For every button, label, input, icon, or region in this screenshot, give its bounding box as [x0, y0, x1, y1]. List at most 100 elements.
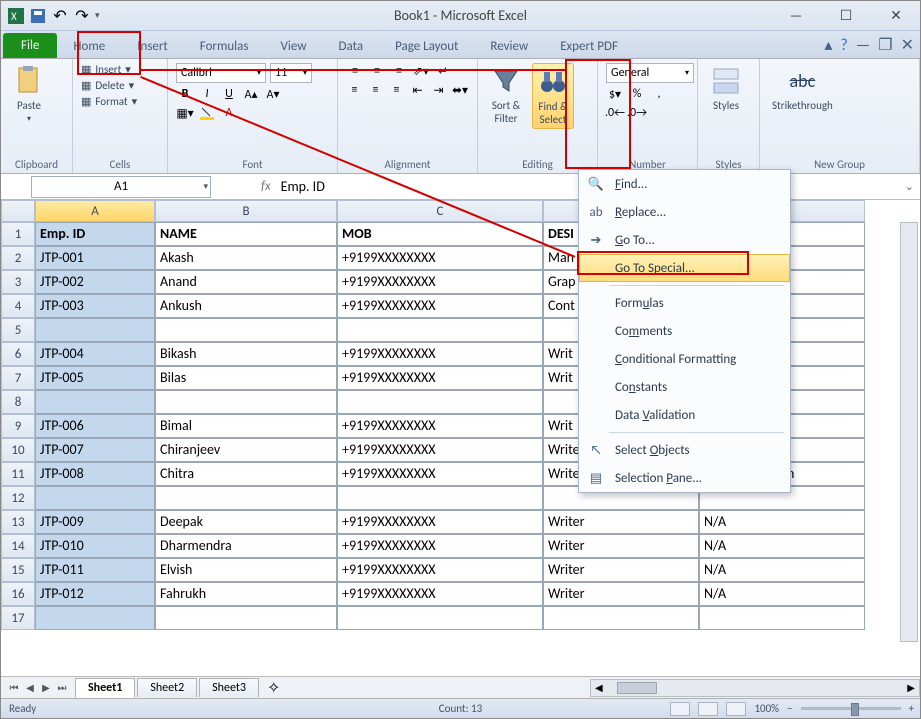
cell[interactable]: N/A — [699, 582, 865, 606]
page-break-view-button[interactable] — [726, 702, 746, 716]
row-header[interactable]: 6 — [1, 342, 35, 366]
row-header[interactable]: 2 — [1, 246, 35, 270]
cell[interactable]: MOB — [337, 222, 543, 246]
cell[interactable]: JTP-007 — [35, 438, 155, 462]
cell[interactable]: Ankush — [155, 294, 337, 318]
cell[interactable] — [155, 486, 337, 510]
cell[interactable]: +9199XXXXXXXX — [337, 342, 543, 366]
row-header[interactable]: 11 — [1, 462, 35, 486]
paste-button[interactable]: Paste ▾ — [9, 63, 49, 126]
row-header[interactable]: 16 — [1, 582, 35, 606]
first-sheet-icon[interactable]: ⏮ — [7, 681, 21, 694]
menu-data-validation[interactable]: Data Validation — [579, 401, 790, 429]
cell[interactable]: +9199XXXXXXXX — [337, 294, 543, 318]
menu-comments[interactable]: Comments — [579, 317, 790, 345]
grow-font-icon[interactable]: A▴ — [242, 86, 260, 102]
menu-goto[interactable]: ➔Go To... — [579, 226, 790, 254]
cell[interactable]: Writer — [543, 534, 699, 558]
tab-file[interactable]: File — [3, 33, 57, 58]
wrap-text-icon[interactable]: ↵ — [434, 63, 452, 79]
cell[interactable]: N/A — [699, 510, 865, 534]
accounting-format-icon[interactable]: $▾ — [606, 86, 624, 102]
formula-bar[interactable]: Emp. ID — [281, 178, 325, 195]
cell[interactable]: JTP-004 — [35, 342, 155, 366]
row-header[interactable]: 9 — [1, 414, 35, 438]
doc-minimize-icon[interactable]: — — [856, 36, 870, 55]
sheet-tab-1[interactable]: Sheet1 — [75, 678, 135, 698]
col-header-C[interactable]: C — [337, 200, 543, 222]
chevron-down-icon[interactable]: ▾ — [203, 181, 208, 192]
sort-filter-button[interactable]: Sort & Filter — [486, 63, 526, 127]
tab-formulas[interactable]: Formulas — [184, 34, 265, 58]
row-header[interactable]: 4 — [1, 294, 35, 318]
page-layout-view-button[interactable] — [698, 702, 718, 716]
menu-formulas[interactable]: Formulas — [579, 289, 790, 317]
align-center-icon[interactable]: ≡ — [367, 82, 384, 98]
cell[interactable]: +9199XXXXXXXX — [337, 414, 543, 438]
row-header[interactable]: 10 — [1, 438, 35, 462]
styles-button[interactable]: Styles — [706, 63, 746, 114]
underline-button[interactable]: U — [220, 86, 238, 102]
cell[interactable] — [337, 318, 543, 342]
tab-view[interactable]: View — [264, 34, 322, 58]
cell[interactable]: JTP-012 — [35, 582, 155, 606]
align-right-icon[interactable]: ≡ — [388, 82, 405, 98]
tab-expert-pdf[interactable]: Expert PDF — [544, 34, 634, 58]
save-icon[interactable] — [29, 7, 47, 25]
scroll-right-icon[interactable]: ▶ — [903, 681, 919, 694]
menu-select-objects[interactable]: ↖Select Objects — [579, 436, 790, 464]
zoom-slider[interactable] — [801, 707, 901, 710]
cell[interactable]: Bimal — [155, 414, 337, 438]
cell[interactable]: Bilas — [155, 366, 337, 390]
cell[interactable] — [337, 486, 543, 510]
maximize-button[interactable]: ☐ — [826, 4, 866, 28]
orientation-icon[interactable]: ⇗▾ — [412, 63, 430, 79]
cell[interactable] — [155, 390, 337, 414]
cell[interactable]: Fahrukh — [155, 582, 337, 606]
row-header[interactable]: 5 — [1, 318, 35, 342]
row-header[interactable]: 17 — [1, 606, 35, 630]
cell[interactable]: +9199XXXXXXXX — [337, 558, 543, 582]
zoom-level[interactable]: 100% — [754, 702, 779, 715]
comma-format-icon[interactable]: , — [650, 86, 668, 102]
find-select-button[interactable]: Find & Select — [532, 63, 574, 129]
minimize-button[interactable]: — — [776, 4, 816, 28]
cell[interactable]: Chitra — [155, 462, 337, 486]
col-header-A[interactable]: A — [35, 200, 155, 222]
shrink-font-icon[interactable]: A▾ — [264, 86, 282, 102]
qat-dropdown-icon[interactable]: ▾ — [95, 10, 100, 21]
cell[interactable]: +9199XXXXXXXX — [337, 366, 543, 390]
col-header-B[interactable]: B — [155, 200, 337, 222]
undo-icon[interactable]: ↶ — [51, 7, 69, 25]
delete-cells-button[interactable]: ▦Delete ▾ — [81, 79, 137, 92]
tab-page-layout[interactable]: Page Layout — [379, 34, 474, 58]
strikethrough-button[interactable]: abc Strikethrough — [768, 63, 837, 114]
decrease-indent-icon[interactable]: ⇤ — [409, 82, 426, 98]
cell[interactable]: Elvish — [155, 558, 337, 582]
name-box[interactable]: A1▾ — [31, 176, 211, 198]
cell[interactable]: Bikash — [155, 342, 337, 366]
minimize-ribbon-icon[interactable]: ▴ — [824, 35, 832, 55]
row-header[interactable]: 12 — [1, 486, 35, 510]
decrease-decimal-icon[interactable]: .0→ — [628, 105, 646, 121]
prev-sheet-icon[interactable]: ◀ — [23, 681, 37, 694]
cell[interactable]: Chiranjeev — [155, 438, 337, 462]
cell[interactable]: JTP-001 — [35, 246, 155, 270]
cell[interactable]: NAME — [155, 222, 337, 246]
cell[interactable]: +9199XXXXXXXX — [337, 534, 543, 558]
cell[interactable]: Dharmendra — [155, 534, 337, 558]
horizontal-scrollbar[interactable]: ◀ ▶ — [590, 679, 920, 697]
select-all-corner[interactable] — [1, 200, 35, 222]
doc-close-icon[interactable]: ✕ — [901, 35, 914, 55]
menu-conditional-formatting[interactable]: Conditional Formatting — [579, 345, 790, 373]
increase-decimal-icon[interactable]: .0← — [606, 105, 624, 121]
doc-restore-icon[interactable]: ❐ — [878, 35, 892, 55]
cell[interactable]: JTP-002 — [35, 270, 155, 294]
menu-replace[interactable]: abReplace... — [579, 198, 790, 226]
cell[interactable]: JTP-011 — [35, 558, 155, 582]
cell[interactable] — [337, 606, 543, 630]
zoom-in-button[interactable]: + — [909, 702, 914, 715]
help-icon[interactable]: ? — [840, 36, 847, 55]
tab-data[interactable]: Data — [323, 34, 380, 58]
cell[interactable]: Deepak — [155, 510, 337, 534]
